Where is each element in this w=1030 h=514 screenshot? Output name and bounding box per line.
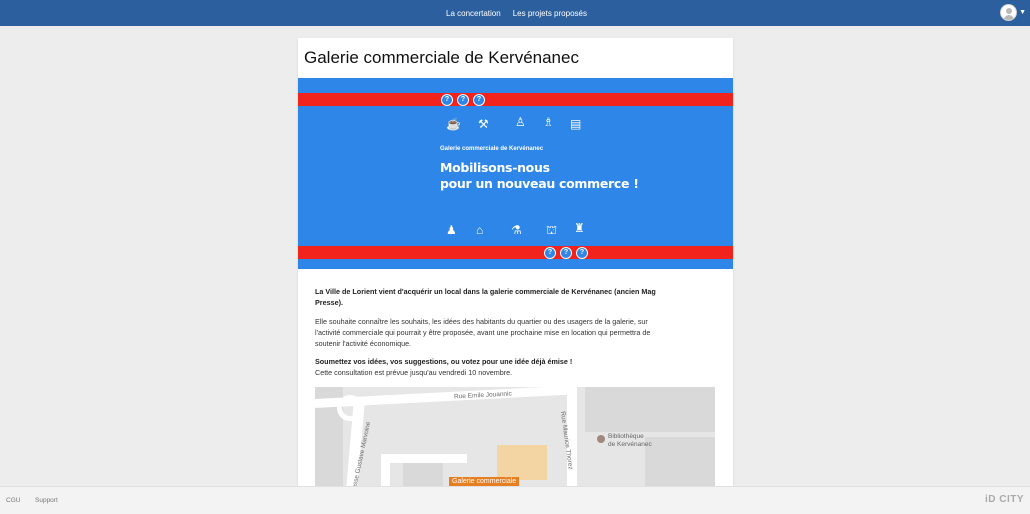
top-navbar: La concertation Les projets proposés ▼: [0, 0, 1030, 26]
shop-icon: ▤: [570, 117, 582, 131]
map-building-galerie: [497, 445, 547, 480]
poi-label: Bibliothèque de Kervénanec: [608, 433, 652, 449]
pizza-icon: ☕: [446, 117, 461, 131]
poi-label-line1: Bibliothèque: [608, 433, 644, 440]
question-circle-icon: ?: [457, 94, 469, 106]
question-circle-icon: ?: [473, 94, 485, 106]
library-pin-icon: [597, 435, 605, 443]
project-banner-image: ? ? ? ? ? ? ☕ ⚒ ♙ ♗ ▤ Galerie commercial…: [298, 78, 733, 269]
banner-headline-line1: Mobilisons-nous: [440, 160, 550, 175]
cta-paragraph: Soumettez vos idées, vos suggestions, ou…: [315, 356, 660, 378]
chef-icon: ♟: [446, 223, 457, 237]
deadline-text: Cette consultation est prévue jusqu'au v…: [315, 368, 513, 377]
question-circle-icon: ?: [560, 247, 572, 259]
map-road: [381, 454, 467, 463]
library-poi[interactable]: Bibliothèque de Kervénanec: [597, 433, 652, 449]
intro-text: La Ville de Lorient vient d'acquérir un …: [315, 287, 656, 307]
chevron-down-icon[interactable]: ▼: [1019, 9, 1026, 16]
cta-text: Soumettez vos idées, vos suggestions, ou…: [315, 357, 573, 366]
banner-subtitle: Galerie commerciale de Kervénanec: [440, 146, 544, 152]
bar-table-icon: ⚒: [478, 117, 489, 131]
nav-projets-link[interactable]: Les projets proposés: [513, 9, 587, 18]
counter-icon: ⌂: [476, 223, 484, 237]
avatar[interactable]: [1000, 4, 1018, 21]
banner-stripe-top: [298, 93, 733, 106]
cook-icon: ♜: [574, 221, 585, 235]
poi-label-line2: de Kervénanec: [608, 441, 652, 448]
question-circle-icon: ?: [544, 247, 556, 259]
user-menu[interactable]: ▼: [1000, 4, 1026, 21]
banner-headline-line2: pour un nouveau commerce !: [440, 176, 639, 191]
map-roundabout: [337, 395, 363, 421]
map-building: [585, 387, 715, 432]
market-stall-icon: ⛫: [546, 223, 558, 237]
project-card: Galerie commerciale de Kervénanec ? ? ? …: [298, 38, 733, 508]
barber-icon: ♗: [543, 115, 554, 129]
banner-stripe-bottom: [298, 246, 733, 259]
brand-logo: iD CITY: [984, 494, 1024, 505]
desk-icon: ⚗: [511, 223, 522, 237]
galerie-marker[interactable]: Galerie commerciale: [449, 477, 520, 486]
question-circle-icon: ?: [441, 94, 453, 106]
page-title: Galerie commerciale de Kervénanec: [304, 48, 579, 67]
question-circle-icon: ?: [576, 247, 588, 259]
main-nav: La concertation Les projets proposés: [446, 0, 587, 26]
banner-headline: Mobilisons-nous pour un nouveau commerce…: [440, 160, 639, 192]
person-icon: ♙: [515, 115, 526, 129]
cgu-link[interactable]: CGU: [6, 497, 20, 504]
nav-concertation-link[interactable]: La concertation: [446, 9, 501, 18]
description-text: Elle souhaite connaître les souhaits, le…: [315, 317, 651, 348]
footer: CGU Support iD CITY: [0, 486, 1030, 514]
support-link[interactable]: Support: [35, 497, 58, 504]
